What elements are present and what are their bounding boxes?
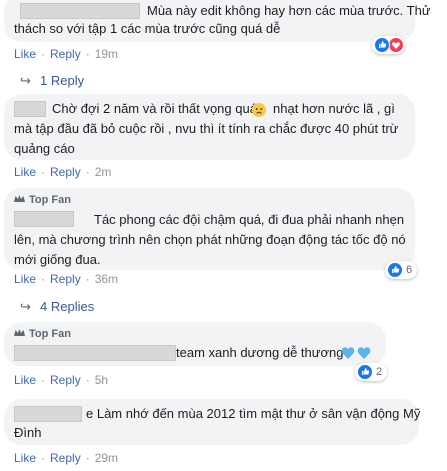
comment-text: mới giống đua. (14, 252, 101, 267)
comment-actions: Like · Reply · 36m (14, 272, 119, 286)
top-fan-icon (14, 195, 25, 202)
reply-button[interactable]: Reply (50, 47, 81, 61)
reply-button[interactable]: Reply (50, 451, 81, 465)
top-fan-badge: Top Fan (14, 194, 71, 206)
comment-text: mà tập đầu đã bỏ cuộc rồi , nvu thì ít t… (14, 121, 399, 136)
replies-label[interactable]: 4 Replies (40, 299, 94, 314)
comment-text: Tác phong các đội chậm quá, đi đua phải … (94, 212, 405, 227)
timestamp[interactable]: 36m (95, 272, 118, 286)
redacted-author-name (20, 3, 140, 19)
comment-text: Mùa này edit không hay hơn các mùa trước… (147, 3, 431, 18)
reply-arrow-icon: ↪ (20, 73, 31, 88)
redacted-author-name (14, 406, 82, 422)
reaction-count: 6 (406, 264, 413, 276)
timestamp[interactable]: 29m (95, 451, 118, 465)
timestamp[interactable]: 2m (95, 165, 112, 179)
comment-text: nhạt hơn nước lã , gì (273, 101, 395, 116)
redacted-author-name (14, 211, 74, 227)
comment-text: e Làm nhớ đến mùa 2012 tìm mật thư ở sân… (86, 406, 421, 421)
like-button[interactable]: Like (14, 47, 36, 61)
comment-text: quảng cáo (14, 141, 75, 156)
reaction-count: 2 (376, 366, 383, 378)
comment-text: Chờ đợi 2 năm và rồi thất vọng quá (52, 101, 257, 116)
like-icon (387, 262, 403, 278)
reply-button[interactable]: Reply (50, 272, 81, 286)
view-replies-link[interactable]: ↪ 4 Replies (20, 299, 94, 315)
redacted-author-name (14, 101, 46, 117)
timestamp[interactable]: 19m (95, 47, 118, 61)
like-button[interactable]: Like (14, 272, 36, 286)
view-replies-link[interactable]: ↪ 1 Reply (20, 73, 84, 89)
comment-actions: Like · Reply · 5h (14, 373, 109, 387)
like-button[interactable]: Like (14, 373, 36, 387)
replies-label[interactable]: 1 Reply (40, 73, 84, 88)
like-button[interactable]: Like (14, 451, 36, 465)
reaction-summary[interactable]: 6 (385, 261, 418, 279)
top-fan-badge: Top Fan (14, 328, 71, 340)
reaction-summary[interactable] (372, 36, 405, 54)
top-fan-icon (14, 329, 25, 336)
timestamp[interactable]: 5h (95, 373, 108, 387)
like-button[interactable]: Like (14, 165, 36, 179)
redacted-author-name (14, 345, 176, 361)
disappointed-emoji-icon (252, 103, 266, 117)
comment-actions: Like · Reply · 29m (14, 451, 119, 465)
reply-button[interactable]: Reply (50, 165, 81, 179)
love-icon (388, 37, 404, 53)
like-icon (357, 364, 373, 380)
comment-text: Đình (14, 425, 42, 440)
comment-actions: Like · Reply · 2m (14, 165, 112, 179)
reaction-summary[interactable]: 2 (355, 363, 388, 381)
reply-button[interactable]: Reply (50, 373, 81, 387)
comment-text: thách so với tập 1 các mùa trước cũng qu… (14, 21, 281, 36)
like-icon (374, 37, 390, 53)
comment-actions: Like · Reply · 19m (14, 47, 119, 61)
comment-text: lên, mà chương trình nên chọn phát những… (14, 232, 406, 247)
comment-text: team xanh dương dễ thương (176, 345, 344, 360)
reply-arrow-icon: ↪ (20, 299, 31, 314)
